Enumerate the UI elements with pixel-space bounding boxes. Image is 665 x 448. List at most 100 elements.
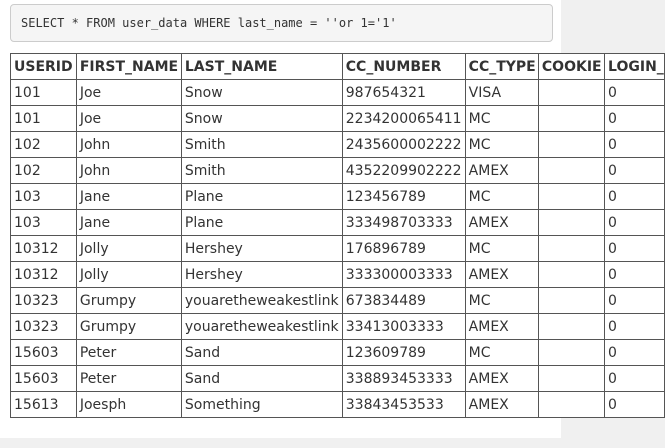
table-cell-first-name: Grumpy — [75, 287, 182, 314]
table-cell-last-name: Hershey — [180, 261, 343, 288]
table-cell-cc-type: MC — [464, 131, 539, 158]
table-row: 15603 Peter Sand 123609789 MC 0 — [10, 339, 665, 366]
column-header-login: LOGIN_ — [604, 53, 665, 80]
table-cell-cookie — [537, 79, 606, 106]
table-cell-login: 0 — [604, 261, 665, 288]
table-cell-userid: 102 — [10, 157, 77, 184]
table-cell-cookie — [537, 209, 606, 236]
table-cell-cc-type: MC — [464, 105, 539, 132]
table-cell-cc-type: MC — [464, 339, 539, 366]
table-row: 103 Jane Plane 123456789 MC 0 — [10, 183, 665, 210]
table-cell-cc-number: 2234200065411 — [341, 105, 466, 132]
table-cell-userid: 101 — [10, 79, 77, 106]
table-cell-userid: 103 — [10, 183, 77, 210]
table-cell-last-name: Sand — [180, 339, 343, 366]
table-row: 15603 Peter Sand 338893453333 AMEX 0 — [10, 365, 665, 392]
column-header-first-name: FIRST_NAME — [75, 53, 182, 80]
table-cell-userid: 101 — [10, 105, 77, 132]
table-cell-cc-number: 123456789 — [341, 183, 466, 210]
table-cell-userid: 10323 — [10, 313, 77, 340]
table-cell-cc-number: 33843453533 — [341, 391, 466, 418]
table-cell-userid: 10312 — [10, 235, 77, 262]
table-cell-cc-type: AMEX — [464, 365, 539, 392]
table-cell-cookie — [537, 261, 606, 288]
table-row: 101 Joe Snow 987654321 VISA 0 — [10, 79, 665, 106]
table-cell-last-name: Snow — [180, 79, 343, 106]
table-cell-last-name: Plane — [180, 183, 343, 210]
table-cell-cc-type: AMEX — [464, 313, 539, 340]
table-cell-login: 0 — [604, 313, 665, 340]
table-cell-first-name: Jolly — [75, 261, 182, 288]
table-cell-cc-number: 338893453333 — [341, 365, 466, 392]
table-cell-cookie — [537, 105, 606, 132]
table-cell-cc-number: 176896789 — [341, 235, 466, 262]
table-cell-first-name: Joesph — [75, 391, 182, 418]
column-header-cookie: COOKIE — [537, 53, 606, 80]
table-cell-cc-number: 33413003333 — [341, 313, 466, 340]
table-cell-cc-type: VISA — [464, 79, 539, 106]
column-header-userid: USERID — [10, 53, 77, 80]
table-cell-cookie — [537, 183, 606, 210]
table-cell-first-name: Jolly — [75, 235, 182, 262]
table-cell-cc-type: MC — [464, 183, 539, 210]
table-cell-last-name: Plane — [180, 209, 343, 236]
table-cell-cookie — [537, 365, 606, 392]
table-cell-cc-number: 4352209902222 — [341, 157, 466, 184]
table-cell-first-name: Joe — [75, 105, 182, 132]
table-cell-last-name: Smith — [180, 131, 343, 158]
table-cell-userid: 103 — [10, 209, 77, 236]
table-cell-first-name: Peter — [75, 365, 182, 392]
table-cell-login: 0 — [604, 391, 665, 418]
table-cell-cc-type: AMEX — [464, 209, 539, 236]
results-table: USERID FIRST_NAME LAST_NAME CC_NUMBER CC_TYP… — [10, 53, 665, 418]
table-cell-cookie — [537, 339, 606, 366]
table-header-row: USERID FIRST_NAME LAST_NAME CC_NUMBER CC_TYP… — [10, 53, 665, 80]
table-cell-first-name: Grumpy — [75, 313, 182, 340]
column-header-cc-type: CC_TYPE — [464, 53, 539, 80]
table-row: 15613 Joesph Something 33843453533 AMEX 0 — [10, 391, 665, 418]
table-cell-login: 0 — [604, 157, 665, 184]
table-row: 102 John Smith 2435600002222 MC 0 — [10, 131, 665, 158]
table-cell-cookie — [537, 131, 606, 158]
sql-query-display: SELECT * FROM user_data WHERE last_name … — [10, 4, 553, 42]
table-cell-first-name: Joe — [75, 79, 182, 106]
table-cell-last-name: youaretheweakestlink — [180, 287, 343, 314]
table-row: 10312 Jolly Hershey 333300003333 AMEX 0 — [10, 261, 665, 288]
table-cell-cookie — [537, 287, 606, 314]
table-cell-cc-type: AMEX — [464, 261, 539, 288]
table-row: 10323 Grumpy youaretheweakestlink 673834489… — [10, 287, 665, 314]
table-cell-cc-type: MC — [464, 235, 539, 262]
table-cell-cc-number: 333498703333 — [341, 209, 466, 236]
table-row: 10312 Jolly Hershey 176896789 MC 0 — [10, 235, 665, 262]
column-header-cc-number: CC_NUMBER — [341, 53, 466, 80]
table-cell-login: 0 — [604, 131, 665, 158]
table-cell-first-name: John — [75, 157, 182, 184]
table-cell-cc-number: 333300003333 — [341, 261, 466, 288]
table-cell-cc-type: MC — [464, 287, 539, 314]
table-cell-first-name: Jane — [75, 209, 182, 236]
table-cell-login: 0 — [604, 365, 665, 392]
table-cell-cc-type: AMEX — [464, 391, 539, 418]
table-cell-cc-number: 123609789 — [341, 339, 466, 366]
table-cell-last-name: Hershey — [180, 235, 343, 262]
table-cell-cc-type: AMEX — [464, 157, 539, 184]
table-cell-login: 0 — [604, 209, 665, 236]
table-cell-login: 0 — [604, 105, 665, 132]
table-cell-login: 0 — [604, 287, 665, 314]
table-cell-first-name: Jane — [75, 183, 182, 210]
table-cell-cc-number: 987654321 — [341, 79, 466, 106]
table-cell-userid: 15613 — [10, 391, 77, 418]
table-cell-last-name: Sand — [180, 365, 343, 392]
table-row: 102 John Smith 4352209902222 AMEX 0 — [10, 157, 665, 184]
table-cell-cookie — [537, 313, 606, 340]
table-cell-userid: 10323 — [10, 287, 77, 314]
table-cell-userid: 15603 — [10, 339, 77, 366]
table-cell-cookie — [537, 391, 606, 418]
table-cell-last-name: youaretheweakestlink — [180, 313, 343, 340]
table-cell-cookie — [537, 235, 606, 262]
table-row: 103 Jane Plane 333498703333 AMEX 0 — [10, 209, 665, 236]
table-cell-userid: 15603 — [10, 365, 77, 392]
table-cell-cc-number: 2435600002222 — [341, 131, 466, 158]
table-cell-userid: 10312 — [10, 261, 77, 288]
table-cell-login: 0 — [604, 79, 665, 106]
